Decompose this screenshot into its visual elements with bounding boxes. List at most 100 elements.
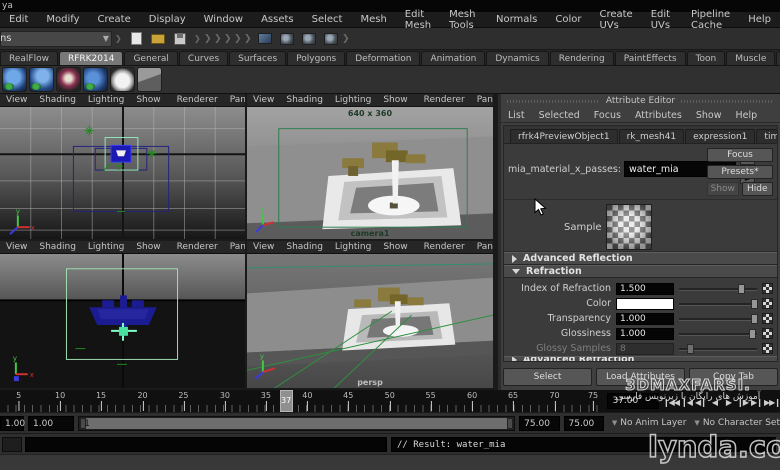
shelf-tab-animation[interactable]: Animation	[421, 51, 486, 65]
shelf-tab-realflow[interactable]: RealFlow	[0, 51, 58, 65]
menu-mesh[interactable]: Mesh	[351, 14, 395, 25]
snap-toggle-icon[interactable]: ❯	[234, 34, 244, 44]
ae-menu-attributes[interactable]: Attributes	[628, 110, 689, 121]
playback-end-field[interactable]: 75.00	[519, 415, 560, 431]
texture-map-icon[interactable]	[762, 283, 773, 294]
shelf-tab-surfaces[interactable]: Surfaces	[229, 51, 287, 65]
section-advanced-reflection[interactable]: Advanced Reflection	[504, 252, 777, 265]
animation-start-field[interactable]: 1.00	[0, 415, 25, 431]
shelf-tab-rendering[interactable]: Rendering	[549, 51, 614, 65]
shelf-button-rfrk-box[interactable]	[137, 67, 162, 92]
show-button[interactable]: Show	[707, 182, 739, 196]
panel-menu-panels[interactable]: Panels	[224, 95, 245, 105]
step-back-key-button[interactable]: ◀❙	[694, 395, 707, 410]
command-line-input[interactable]	[25, 436, 387, 452]
render-settings-button[interactable]	[322, 30, 340, 48]
save-scene-button[interactable]	[171, 30, 189, 48]
slider-handle[interactable]	[749, 328, 757, 339]
material-sample-swatch[interactable]	[606, 204, 652, 250]
panel-menu-renderer[interactable]: Renderer	[418, 95, 471, 105]
play-backwards-button[interactable]: ◀	[708, 395, 721, 410]
current-frame-marker[interactable]: 37	[279, 390, 293, 412]
color-slider[interactable]	[679, 298, 758, 310]
slider-handle[interactable]	[750, 298, 758, 309]
menu-window[interactable]: Window	[195, 14, 252, 25]
menu-normals[interactable]: Normals	[487, 14, 546, 25]
copy-tab-button[interactable]: Copy Tab	[689, 368, 778, 386]
shelf-tab-fluids[interactable]: Fluids	[776, 51, 780, 65]
shelf-tab-general[interactable]: General	[124, 51, 178, 65]
snap-toggle-icon[interactable]: ❯	[224, 34, 234, 44]
ipr-render-button[interactable]	[300, 30, 318, 48]
shelf-tab-muscle[interactable]: Muscle	[726, 51, 776, 65]
menu-display[interactable]: Display	[140, 14, 195, 25]
transparency-slider[interactable]	[679, 313, 758, 325]
step-forward-key-button[interactable]: ❙▶	[736, 395, 749, 410]
menu-select[interactable]: Select	[303, 14, 352, 25]
load-attributes-button[interactable]: Load Attributes	[596, 368, 685, 386]
panel-menu-view[interactable]: View	[247, 95, 280, 105]
ior-slider[interactable]	[679, 283, 757, 295]
character-set-dropdown[interactable]: ▼ No Character Set	[694, 418, 780, 428]
open-scene-button[interactable]	[149, 30, 167, 48]
play-forwards-button[interactable]: ▶	[722, 395, 735, 410]
panel-menu-shading[interactable]: Shading	[33, 95, 82, 105]
shelf-button-rfrk-particle[interactable]	[29, 67, 54, 92]
shelf-button-rfrk-cloud[interactable]	[110, 67, 135, 92]
section-advanced-refraction[interactable]: Advanced Refraction	[504, 356, 777, 361]
render-current-frame-button[interactable]	[278, 30, 296, 48]
presets-button[interactable]: Presets*	[707, 165, 773, 179]
menu-assets[interactable]: Assets	[252, 14, 303, 25]
menu-color[interactable]: Color	[546, 14, 590, 25]
snap-toggle-icon[interactable]: ❯	[244, 34, 254, 44]
ae-menu-selected[interactable]: Selected	[532, 110, 587, 121]
panel-menu-panels[interactable]: Panels	[471, 242, 493, 252]
viewport-canvas-front[interactable]: y x	[0, 254, 245, 388]
panel-menu-renderer[interactable]: Renderer	[418, 242, 471, 252]
viewport-canvas-overview[interactable]: y x	[0, 107, 245, 239]
transparency-field[interactable]: 1.000	[616, 312, 674, 325]
shelf-tab-painteffects[interactable]: PaintEffects	[614, 51, 686, 65]
panel-menu-lighting[interactable]: Lighting	[329, 95, 377, 105]
slider-handle[interactable]	[750, 313, 758, 324]
tab-rk-mesh41[interactable]: rk_mesh41	[618, 129, 685, 143]
panel-menu-show[interactable]: Show	[130, 242, 166, 252]
range-slider[interactable]: 1	[78, 415, 516, 431]
shelf-button-rfrk-render[interactable]	[56, 67, 81, 92]
ae-menu-show[interactable]: Show	[689, 110, 729, 121]
shelf-button-rfrk-cluster[interactable]	[83, 67, 108, 92]
panel-menu-view[interactable]: View	[247, 242, 280, 252]
panel-menu-shading[interactable]: Shading	[33, 242, 82, 252]
shelf-tab-dynamics[interactable]: Dynamics	[486, 51, 549, 65]
panel-menu-lighting[interactable]: Lighting	[82, 95, 130, 105]
menu-edit[interactable]: Edit	[0, 14, 37, 25]
menu-modify[interactable]: Modify	[37, 14, 88, 25]
viewport-canvas-camera1[interactable]: y 640 x 360 camera1	[247, 107, 493, 239]
menu-create[interactable]: Create	[89, 14, 140, 25]
range-end-handle[interactable]	[507, 417, 514, 429]
select-button[interactable]: Select	[503, 368, 592, 386]
panel-menu-panels[interactable]: Panels	[224, 242, 245, 252]
ae-menu-help[interactable]: Help	[728, 110, 764, 121]
script-language-toggle[interactable]	[2, 436, 22, 452]
focus-button[interactable]: Focus	[707, 148, 773, 162]
tab-expression1[interactable]: expression1	[685, 129, 756, 143]
ior-field[interactable]: 1.500	[616, 282, 674, 295]
go-to-end-button[interactable]: ▶▶❙	[764, 395, 780, 410]
toolbar-overflow-icon[interactable]: ❯	[342, 34, 352, 44]
slider-handle[interactable]	[738, 283, 746, 294]
shelf-button-rfrk-mesh[interactable]	[2, 67, 27, 92]
glossiness-field[interactable]: 1.000	[616, 327, 674, 340]
hide-button[interactable]: Hide	[741, 182, 773, 196]
shelf-tab-deformation[interactable]: Deformation	[346, 51, 421, 65]
new-scene-button[interactable]	[127, 30, 145, 48]
range-start-handle[interactable]	[80, 417, 87, 429]
panel-menu-shading[interactable]: Shading	[280, 95, 329, 105]
shelf-tab-toon[interactable]: Toon	[686, 51, 726, 65]
panel-menu-shading[interactable]: Shading	[280, 242, 329, 252]
glossiness-slider[interactable]	[679, 328, 757, 340]
snap-toggle-icon[interactable]: ❯	[214, 34, 224, 44]
shelf-tab-rfrk2014[interactable]: RFRK2014	[58, 51, 124, 65]
menu-help[interactable]: Help	[739, 14, 780, 25]
step-forward-frame-button[interactable]: ▶❙	[750, 395, 763, 410]
